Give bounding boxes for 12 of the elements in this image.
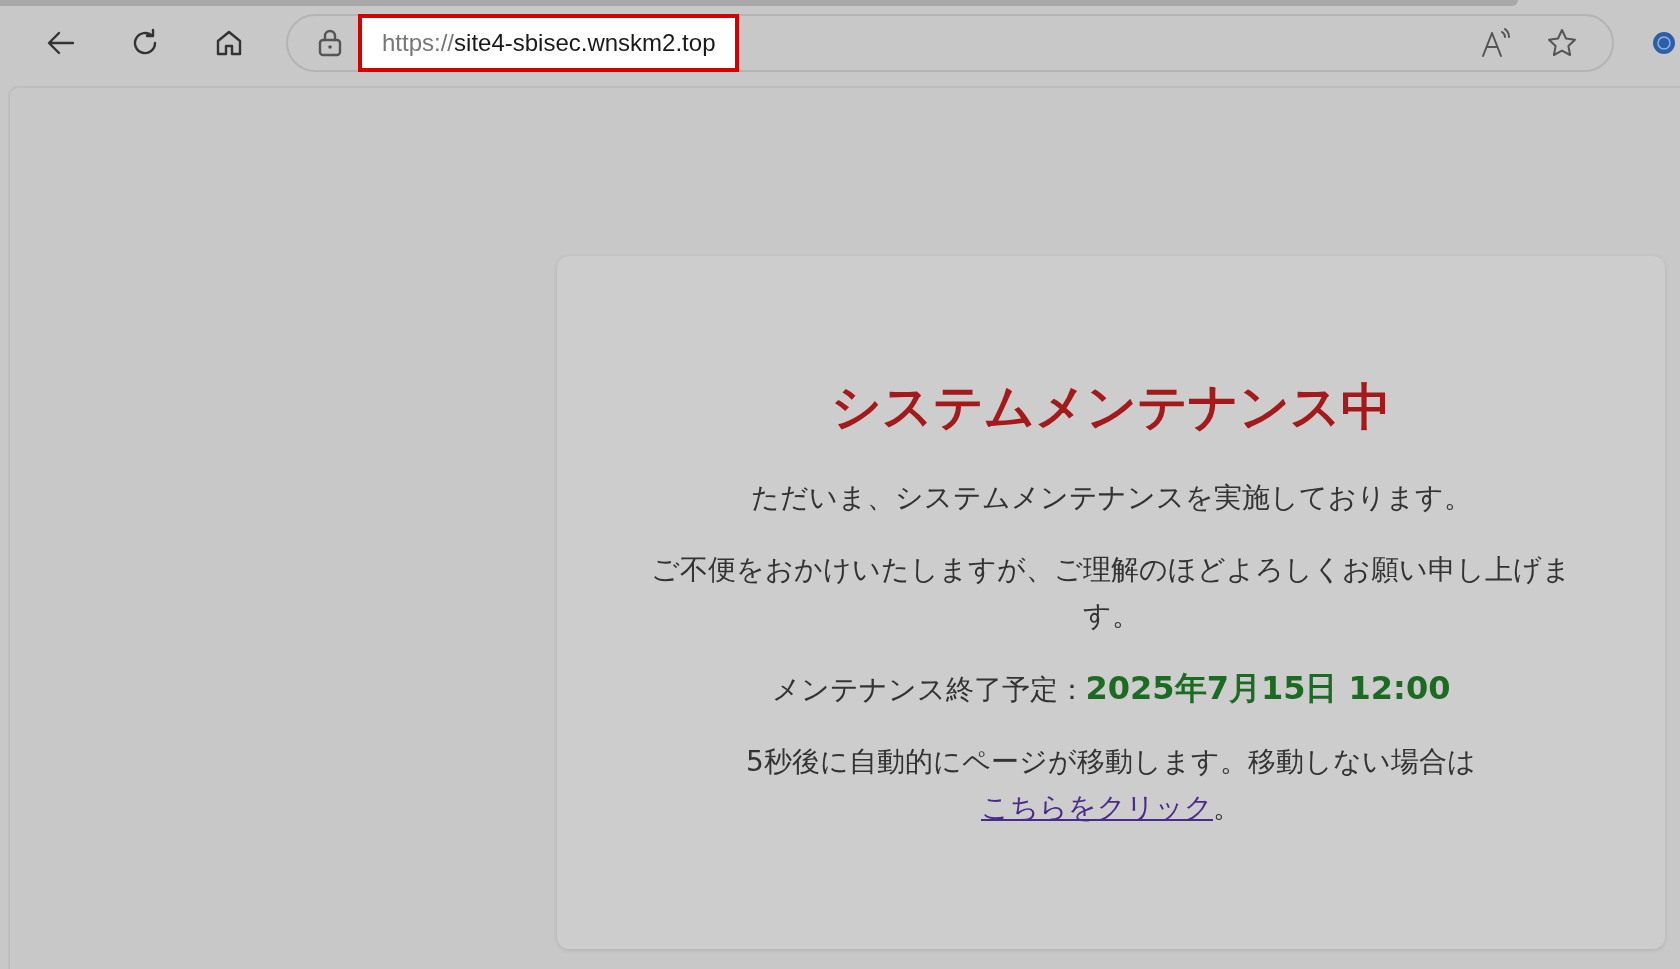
lock-icon [318, 29, 342, 57]
read-aloud-icon[interactable] [1480, 28, 1512, 58]
click-here-link[interactable]: こちらをクリック [981, 791, 1213, 824]
star-icon[interactable] [1546, 27, 1578, 59]
address-bar[interactable]: https://site4-sbisec.wnskm2.top [286, 14, 1614, 72]
message-text: ただいま、システムメンテナンスを実施しております。 [749, 480, 1473, 516]
url-text: https://site4-sbisec.wnskm2.top [358, 14, 740, 72]
page-title: システムメンテナンス中 [830, 377, 1392, 438]
globe-icon[interactable] [1652, 31, 1676, 55]
redirect-text: 5秒後に自動的にページが移動します。移動しない場合は こちらをクリック。 [745, 744, 1477, 826]
message-text: ご不便をおかけいたしますが、ご理解のほどよろしくお願い申し上げます。 [650, 552, 1572, 634]
end-time-text: メンテナンス終了予定：2025年7月15日 12:00 [770, 668, 1452, 709]
